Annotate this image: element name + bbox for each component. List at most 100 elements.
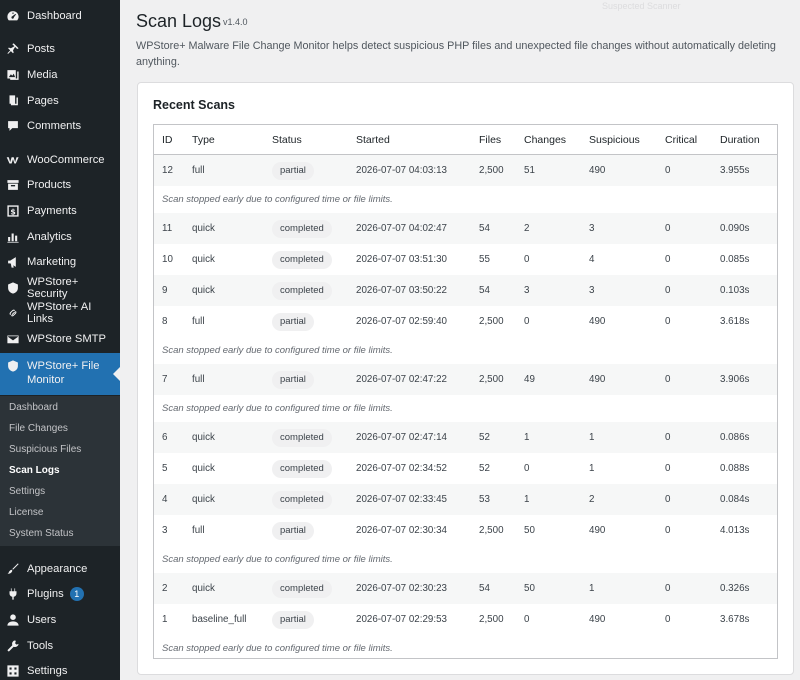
- table-row: 12 full partial 2026-07-07 04:03:13 2,500 51 4…: [154, 155, 777, 186]
- cell-id: 10: [162, 254, 173, 265]
- sidebar-item-plugins[interactable]: Plugins 1: [0, 581, 120, 607]
- sidebar-item-filemonitor[interactable]: WPStore+ File Monitor: [0, 353, 120, 395]
- table-row: 5 quick completed 2026-07-07 02:34:52 52 0 1 0 0…: [154, 453, 777, 484]
- cell-suspicious: 3: [589, 223, 595, 234]
- cell-changes: 0: [524, 463, 530, 474]
- sidebar-item-settings[interactable]: Settings: [0, 658, 120, 680]
- cell-started: 2026-07-07 02:29:53: [356, 614, 447, 625]
- cell-type: full: [192, 374, 205, 385]
- cell-changes: 50: [524, 583, 535, 594]
- cell-changes: 0: [524, 254, 530, 265]
- sidebar-item-comments[interactable]: Comments: [0, 113, 120, 139]
- sidebar-item-tools[interactable]: Tools: [0, 633, 120, 659]
- cell-id: 8: [162, 316, 168, 327]
- sidebar-item-dashboard[interactable]: Dashboard: [0, 3, 120, 29]
- submenu-item-system-status[interactable]: System Status: [9, 525, 73, 541]
- sidebar-item-appearance[interactable]: Appearance: [0, 556, 120, 582]
- status-cell: completed: [272, 573, 332, 604]
- column-header-started: Started: [356, 134, 390, 146]
- cell-suspicious: 490: [589, 614, 606, 625]
- sidebar-item-label: Appearance: [27, 563, 88, 575]
- cell-started: 2026-07-07 02:47:14: [356, 432, 447, 443]
- cell-duration: 3.678s: [720, 614, 750, 625]
- sidebar-item-posts[interactable]: Posts: [0, 36, 120, 62]
- cell-type: quick: [192, 432, 215, 443]
- submenu-item-file-changes[interactable]: File Changes: [9, 420, 68, 436]
- cell-duration: 0.086s: [720, 432, 750, 443]
- status-badge: completed: [272, 219, 332, 238]
- cell-id: 7: [162, 374, 168, 385]
- sidebar-item-analytics[interactable]: Analytics: [0, 224, 120, 250]
- cell-changes: 2: [524, 223, 530, 234]
- faded-header-text: Suspected Scanner: [602, 1, 681, 11]
- cell-duration: 3.955s: [720, 165, 750, 176]
- sidebar-item-products[interactable]: Products: [0, 172, 120, 198]
- cell-suspicious: 1: [589, 583, 595, 594]
- card-title: Recent Scans: [153, 98, 235, 112]
- scan-note: Scan stopped early due to configured tim…: [162, 403, 393, 414]
- sidebar-item-woocommerce[interactable]: WooCommerce: [0, 147, 120, 173]
- cell-files: 2,500: [479, 165, 504, 176]
- cell-duration: 3.618s: [720, 316, 750, 327]
- scan-note-row: Scan stopped early due to configured tim…: [154, 546, 777, 573]
- submenu-item-license[interactable]: License: [9, 504, 43, 520]
- cell-id: 11: [162, 223, 173, 234]
- cell-files: 54: [479, 285, 490, 296]
- comment-icon: [6, 119, 20, 133]
- sidebar-item-label: Pages: [27, 95, 59, 107]
- cell-critical: 0: [665, 583, 671, 594]
- megaphone-icon: [6, 255, 20, 269]
- column-header-files: Files: [479, 134, 502, 146]
- sidebar-item-security[interactable]: WPStore+ Security: [0, 275, 120, 301]
- cell-critical: 0: [665, 254, 671, 265]
- sidebar-item-label: Tools: [27, 640, 54, 652]
- column-header-changes: Changes: [524, 134, 567, 146]
- cell-started: 2026-07-07 02:47:22: [356, 374, 447, 385]
- sidebar-item-label: Dashboard: [27, 10, 82, 22]
- sidebar-item-pages[interactable]: Pages: [0, 88, 120, 114]
- status-cell: completed: [272, 213, 332, 244]
- cell-started: 2026-07-07 04:03:13: [356, 165, 447, 176]
- status-cell: partial: [272, 155, 314, 186]
- table-row: 4 quick completed 2026-07-07 02:33:45 53 1 2 0 0…: [154, 484, 777, 515]
- cell-type: quick: [192, 285, 215, 296]
- cell-files: 54: [479, 583, 490, 594]
- status-cell: partial: [272, 364, 314, 395]
- sidebar-item-label: Comments: [27, 120, 82, 132]
- cell-changes: 3: [524, 285, 530, 296]
- cell-suspicious: 490: [589, 316, 606, 327]
- status-cell: completed: [272, 453, 332, 484]
- sidebar-item-payments[interactable]: $ Payments: [0, 198, 120, 224]
- cell-type: quick: [192, 583, 215, 594]
- cell-duration: 3.906s: [720, 374, 750, 385]
- cell-id: 5: [162, 463, 168, 474]
- cell-type: quick: [192, 223, 215, 234]
- status-cell: partial: [272, 604, 314, 635]
- sidebar-item-users[interactable]: Users: [0, 607, 120, 633]
- cell-id: 6: [162, 432, 168, 443]
- cell-suspicious: 3: [589, 285, 595, 296]
- cell-critical: 0: [665, 432, 671, 443]
- submenu-item-dashboard[interactable]: Dashboard: [9, 399, 58, 415]
- gauge-icon: [6, 9, 20, 23]
- pin-icon: [6, 42, 20, 56]
- sidebar-item-media[interactable]: Media: [0, 62, 120, 88]
- cell-started: 2026-07-07 03:51:30: [356, 254, 447, 265]
- brush-icon: [6, 562, 20, 576]
- cell-files: 53: [479, 494, 490, 505]
- plug-icon: [6, 587, 20, 601]
- submenu-item-scan-logs[interactable]: Scan Logs: [9, 462, 60, 478]
- archive-icon: [6, 178, 20, 192]
- cell-type: full: [192, 316, 205, 327]
- sidebar-item-marketing[interactable]: Marketing: [0, 249, 120, 275]
- submenu-item-suspicious-files[interactable]: Suspicious Files: [9, 441, 81, 457]
- status-cell: completed: [272, 422, 332, 453]
- sidebar-item-label: WPStore+ AI Links: [27, 301, 92, 325]
- sidebar-item-smtp[interactable]: WPStore SMTP: [0, 326, 120, 352]
- cell-duration: 0.326s: [720, 583, 750, 594]
- sidebar-item-ailinks[interactable]: WPStore+ AI Links: [0, 300, 120, 326]
- scan-note-row: Scan stopped early due to configured tim…: [154, 337, 777, 364]
- status-cell: completed: [272, 275, 332, 306]
- table-row: 9 quick completed 2026-07-07 03:50:22 54 3 3 0 0…: [154, 275, 777, 306]
- submenu-item-settings[interactable]: Settings: [9, 483, 45, 499]
